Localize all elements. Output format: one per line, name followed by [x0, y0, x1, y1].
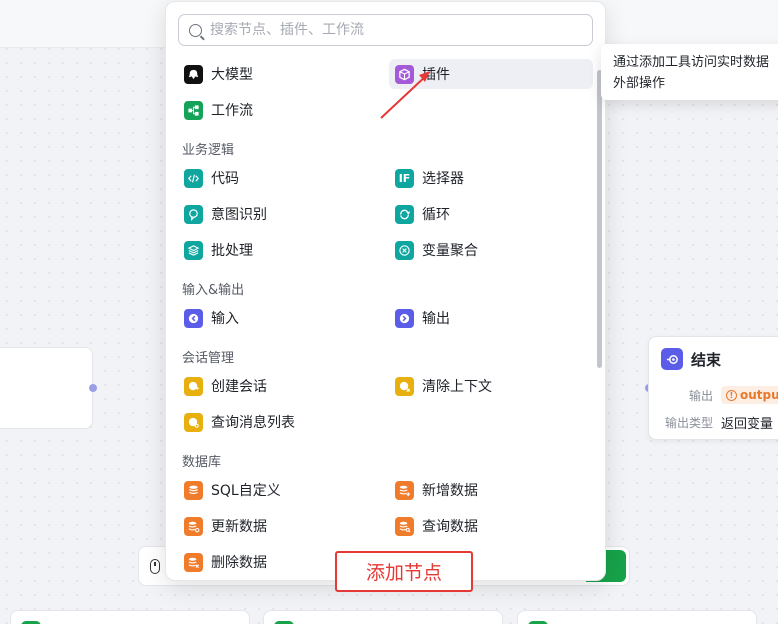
- output-variable-badge: ! output: [721, 386, 778, 404]
- bottom-node-card[interactable]: [263, 610, 503, 624]
- section-title: 业务逻辑: [182, 143, 235, 158]
- node-item-query-messages[interactable]: 查询消息列表: [168, 407, 372, 437]
- search-box[interactable]: [178, 14, 593, 46]
- llm-icon: [184, 64, 203, 84]
- node-output-port[interactable]: [89, 384, 97, 392]
- end-icon: [661, 348, 683, 370]
- annotation-label: 添加节点: [335, 551, 473, 592]
- create-chat-icon: [184, 376, 203, 396]
- workflow-icon: [184, 100, 203, 120]
- loop-icon: [395, 204, 414, 224]
- output-label: 输出: [688, 388, 713, 403]
- node-item-code[interactable]: 代码: [168, 163, 372, 193]
- previous-node[interactable]: [0, 347, 93, 429]
- section-title: 输入&输出: [182, 283, 245, 298]
- node-item-db-update[interactable]: 更新数据: [168, 511, 372, 541]
- db-add-icon: [395, 480, 414, 500]
- node-item-input[interactable]: 输入: [168, 303, 372, 333]
- node-item-create-chat[interactable]: 创建会话: [168, 371, 372, 401]
- node-item-db-add[interactable]: 新增数据: [389, 475, 593, 505]
- output-type-label: 输出类型: [664, 416, 713, 430]
- section-title: 数据库: [182, 455, 222, 470]
- search-input[interactable]: [210, 22, 580, 38]
- intent-icon: [184, 204, 203, 224]
- node-item-db-query[interactable]: 查询数据: [389, 511, 593, 541]
- clear-context-icon: [395, 376, 414, 396]
- end-node-title: 结束: [691, 350, 722, 369]
- if-icon: IF: [395, 168, 414, 188]
- node-item-intent[interactable]: 意图识别: [168, 199, 372, 229]
- node-item-output[interactable]: 输出: [389, 303, 593, 333]
- panel-scrollbar[interactable]: [597, 70, 602, 368]
- query-messages-icon: [184, 412, 203, 432]
- search-icon: [189, 23, 202, 37]
- bottom-node-card[interactable]: [10, 610, 250, 624]
- section-title: 会话管理: [182, 351, 235, 366]
- bottom-node-card[interactable]: [517, 610, 757, 624]
- node-item-aggregate[interactable]: 变量聚合: [389, 235, 593, 265]
- sql-icon: [184, 480, 203, 500]
- node-item-loop[interactable]: 循环: [389, 199, 593, 229]
- mouse-icon[interactable]: [150, 559, 160, 574]
- annotation-arrow: [380, 71, 430, 119]
- tooltip-line-1: 通过添加工具访问实时数据: [613, 55, 770, 70]
- output-icon: [395, 308, 414, 328]
- node-item-selector[interactable]: IF 选择器: [389, 163, 593, 193]
- plugin-tooltip: 通过添加工具访问实时数据 外部操作: [601, 44, 778, 100]
- node-item-clear-context[interactable]: 清除上下文: [389, 371, 593, 401]
- end-node[interactable]: 结束 输出 ! output 输出类型 返回变量: [648, 336, 778, 440]
- output-variable-value: output: [740, 388, 778, 402]
- aggregate-icon: [395, 240, 414, 260]
- db-update-icon: [184, 516, 203, 536]
- code-icon: [184, 168, 203, 188]
- node-item-workflow[interactable]: 工作流: [168, 95, 372, 125]
- input-icon: [184, 308, 203, 328]
- output-type-value: 返回变量: [721, 417, 774, 432]
- node-item-sql[interactable]: SQL自定义: [168, 475, 372, 505]
- node-item-llm[interactable]: 大模型: [168, 59, 372, 89]
- db-delete-icon: [184, 552, 203, 572]
- tooltip-line-2: 外部操作: [613, 76, 666, 91]
- warning-icon: !: [726, 389, 737, 401]
- batch-icon: [184, 240, 203, 260]
- db-query-icon: [395, 516, 414, 536]
- node-item-batch[interactable]: 批处理: [168, 235, 372, 265]
